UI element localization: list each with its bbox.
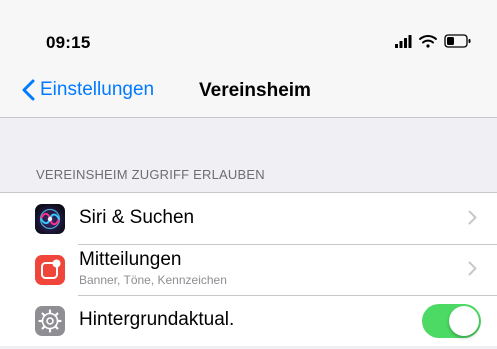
row-title: Hintergrundaktual. xyxy=(79,309,235,330)
toggle-knob xyxy=(449,306,479,336)
back-button-label: Einstellungen xyxy=(40,79,155,100)
notifications-icon xyxy=(35,255,65,285)
siri-icon xyxy=(35,204,65,234)
status-bar: 09:15 xyxy=(0,0,497,62)
row-subtitle: Banner, Töne, Kennzeichen xyxy=(79,273,227,287)
gear-icon xyxy=(35,306,65,336)
settings-list: Siri & Suchen Mitteilungen Banner, Töne,… xyxy=(0,192,497,346)
chevron-left-icon xyxy=(22,79,35,101)
background-refresh-toggle[interactable] xyxy=(422,304,481,338)
row-siri-search[interactable]: Siri & Suchen xyxy=(0,193,497,244)
row-background-refresh: Hintergrundaktual. xyxy=(0,295,497,346)
section-header: VEREINSHEIM ZUGRIFF ERLAUBEN xyxy=(36,167,265,182)
row-notifications[interactable]: Mitteilungen Banner, Töne, Kennzeichen xyxy=(0,244,497,295)
navigation-bar: Einstellungen Vereinsheim xyxy=(0,62,497,118)
status-time: 09:15 xyxy=(46,33,91,52)
back-button[interactable]: Einstellungen xyxy=(22,78,154,102)
status-icons xyxy=(395,33,473,49)
row-title: Siri & Suchen xyxy=(79,207,195,228)
wifi-icon xyxy=(419,35,437,48)
battery-icon xyxy=(444,34,471,48)
chevron-right-icon xyxy=(468,210,477,225)
signal-icon xyxy=(395,35,412,48)
chevron-right-icon xyxy=(468,261,477,276)
row-title: Mitteilungen xyxy=(79,249,182,270)
page-title: Vereinsheim xyxy=(199,80,311,101)
